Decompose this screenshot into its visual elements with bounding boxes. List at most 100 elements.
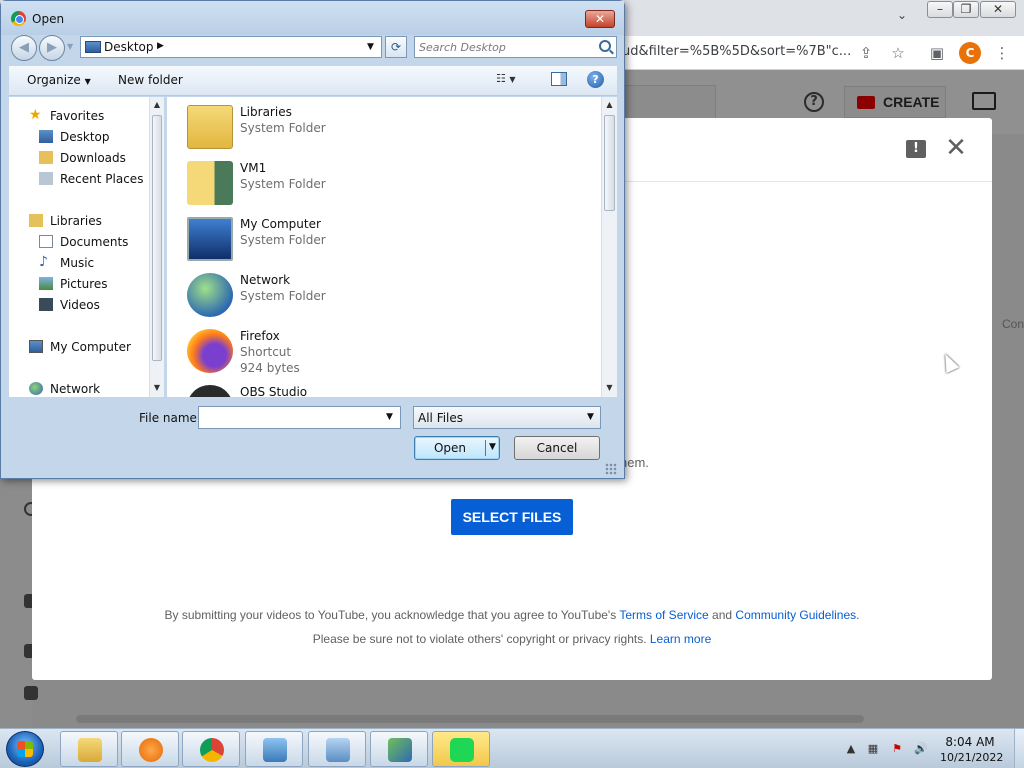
- help-icon[interactable]: ?: [587, 71, 604, 88]
- scroll-down-icon[interactable]: ▼: [150, 383, 164, 392]
- star-icon: ★: [29, 107, 42, 123]
- address-location[interactable]: Desktop: [104, 40, 154, 54]
- clock-time[interactable]: 8:04 AM: [940, 735, 1000, 749]
- taskbar-control-panel[interactable]: [308, 731, 366, 767]
- music-note-icon: ♪: [39, 254, 48, 270]
- bookmark-star-icon[interactable]: ☆: [889, 44, 907, 62]
- close-modal-button[interactable]: ✕: [944, 135, 968, 161]
- open-button[interactable]: Open ▼: [414, 436, 500, 460]
- taskbar-image-viewer[interactable]: [245, 731, 303, 767]
- address-bar-url[interactable]: ud&filter=%5B%5D&sort=%7B"c...: [622, 44, 851, 59]
- file-type-value: All Files: [418, 411, 464, 425]
- clock-date[interactable]: 10/21/2022: [940, 751, 1003, 764]
- documents-icon: [39, 235, 53, 248]
- scroll-up-icon[interactable]: ▲: [602, 100, 617, 109]
- dialog-title-bar: Open ✕: [1, 1, 624, 35]
- organize-button[interactable]: Organize ▼: [27, 73, 91, 87]
- tab-search-chevron-icon[interactable]: ⌄: [897, 8, 907, 22]
- show-hidden-icons-icon[interactable]: ▲: [844, 742, 858, 756]
- scroll-thumb[interactable]: [152, 115, 162, 361]
- back-button[interactable]: ◀: [11, 35, 37, 61]
- scroll-up-icon[interactable]: ▲: [150, 100, 164, 109]
- breadcrumb-arrow-icon[interactable]: ▶: [157, 41, 164, 51]
- list-item[interactable]: OBS Studio: [187, 381, 567, 397]
- search-input[interactable]: [419, 39, 589, 55]
- pictures-icon: [39, 277, 53, 290]
- file-name-label: File name:: [139, 411, 201, 425]
- image-viewer-icon: [263, 738, 287, 762]
- start-button[interactable]: [6, 731, 44, 767]
- navigation-pane: ★ Favorites Desktop Downloads Recent Pla…: [9, 97, 164, 397]
- help-icon[interactable]: ?: [804, 92, 824, 112]
- taskbar-chrome[interactable]: [182, 731, 240, 767]
- navigation-scrollbar[interactable]: ▲ ▼: [149, 97, 164, 397]
- profile-avatar[interactable]: C: [959, 42, 981, 64]
- open-options-chevron-icon[interactable]: ▼: [489, 442, 496, 452]
- select-files-button[interactable]: SELECT FILES: [451, 499, 573, 535]
- menu-kebab-icon[interactable]: ⋮: [993, 44, 1011, 62]
- chevron-down-icon: ▼: [587, 412, 594, 422]
- dialog-title: Open: [32, 12, 65, 26]
- community-guidelines-link[interactable]: Community Guidelines: [735, 608, 856, 622]
- new-folder-button[interactable]: New folder: [118, 73, 183, 87]
- taskbar-paint[interactable]: [370, 731, 428, 767]
- side-panel-icon[interactable]: ▣: [928, 44, 946, 62]
- network-status-icon[interactable]: ▦: [866, 742, 880, 756]
- cancel-button[interactable]: Cancel: [514, 436, 600, 460]
- search-box: [414, 36, 617, 58]
- chrome-icon: [200, 738, 224, 762]
- list-item[interactable]: Network System Folder: [187, 269, 567, 321]
- truncated-side-text: Con: [1002, 317, 1024, 331]
- list-item[interactable]: Libraries System Folder: [187, 101, 567, 153]
- libraries-icon: [29, 214, 43, 227]
- resize-grip[interactable]: [605, 463, 617, 475]
- preview-pane-icon[interactable]: [551, 72, 567, 86]
- downloads-folder-icon: [39, 151, 53, 164]
- taskbar-explorer[interactable]: [60, 731, 118, 767]
- create-button[interactable]: CREATE: [844, 86, 946, 118]
- split-divider: [485, 440, 486, 456]
- search-icon[interactable]: [599, 40, 611, 52]
- chevron-down-icon[interactable]: ▼: [386, 412, 393, 422]
- scroll-down-icon[interactable]: ▼: [602, 383, 617, 392]
- address-bar[interactable]: Desktop ▶ ▼: [80, 36, 382, 58]
- file-type-select[interactable]: All Files ▼: [413, 406, 601, 429]
- taskbar: ▲ ▦ ⚑ 🔊 8:04 AM 10/21/2022: [0, 728, 1024, 768]
- action-center-icon[interactable]: ⚑: [890, 742, 904, 756]
- media-player-icon: [139, 738, 163, 762]
- chevron-down-icon: ▼: [84, 77, 91, 86]
- dialog-close-button[interactable]: ✕: [585, 10, 615, 28]
- computer-icon: [187, 217, 233, 261]
- address-dropdown-icon[interactable]: ▼: [367, 42, 374, 52]
- feedback-icon[interactable]: !: [906, 140, 926, 158]
- tv-icon[interactable]: [972, 92, 996, 110]
- maximize-button[interactable]: ❐: [953, 1, 979, 18]
- file-name-input[interactable]: [202, 410, 380, 425]
- recent-locations-chevron-icon[interactable]: ▼: [67, 42, 73, 51]
- paint-icon: [388, 738, 412, 762]
- forward-button[interactable]: ▶: [39, 35, 65, 61]
- scroll-thumb[interactable]: [604, 115, 615, 211]
- file-list: Libraries System Folder VM1 System Folde…: [167, 97, 601, 397]
- refresh-button[interactable]: ⟳: [385, 36, 407, 58]
- list-item[interactable]: Firefox Shortcut 924 bytes: [187, 325, 567, 377]
- learn-more-link[interactable]: Learn more: [650, 632, 711, 646]
- horizontal-scrollbar[interactable]: [76, 715, 864, 723]
- close-window-button[interactable]: ✕: [980, 1, 1016, 18]
- show-desktop-button[interactable]: [1014, 729, 1024, 768]
- taskbar-media-player[interactable]: [121, 731, 179, 767]
- file-list-scrollbar[interactable]: ▲ ▼: [601, 97, 617, 397]
- sidebar-feedback-icon[interactable]: [24, 686, 38, 700]
- explorer-icon: [78, 738, 102, 762]
- volume-icon[interactable]: 🔊: [914, 742, 928, 756]
- list-item[interactable]: VM1 System Folder: [187, 157, 567, 209]
- obs-icon: [187, 385, 233, 397]
- terms-of-service-link[interactable]: Terms of Service: [619, 608, 708, 622]
- taskbar-game[interactable]: [432, 731, 490, 767]
- list-item[interactable]: My Computer System Folder: [187, 213, 567, 265]
- change-view-button[interactable]: ☷ ▼: [496, 72, 528, 90]
- share-icon[interactable]: ⇪: [857, 44, 875, 62]
- minimize-button[interactable]: –: [927, 1, 953, 18]
- videos-icon: [39, 298, 53, 311]
- open-file-dialog: Open ✕ ◀ ▶ ▼ Desktop ▶ ▼ ⟳ Organize ▼ Ne…: [0, 0, 625, 479]
